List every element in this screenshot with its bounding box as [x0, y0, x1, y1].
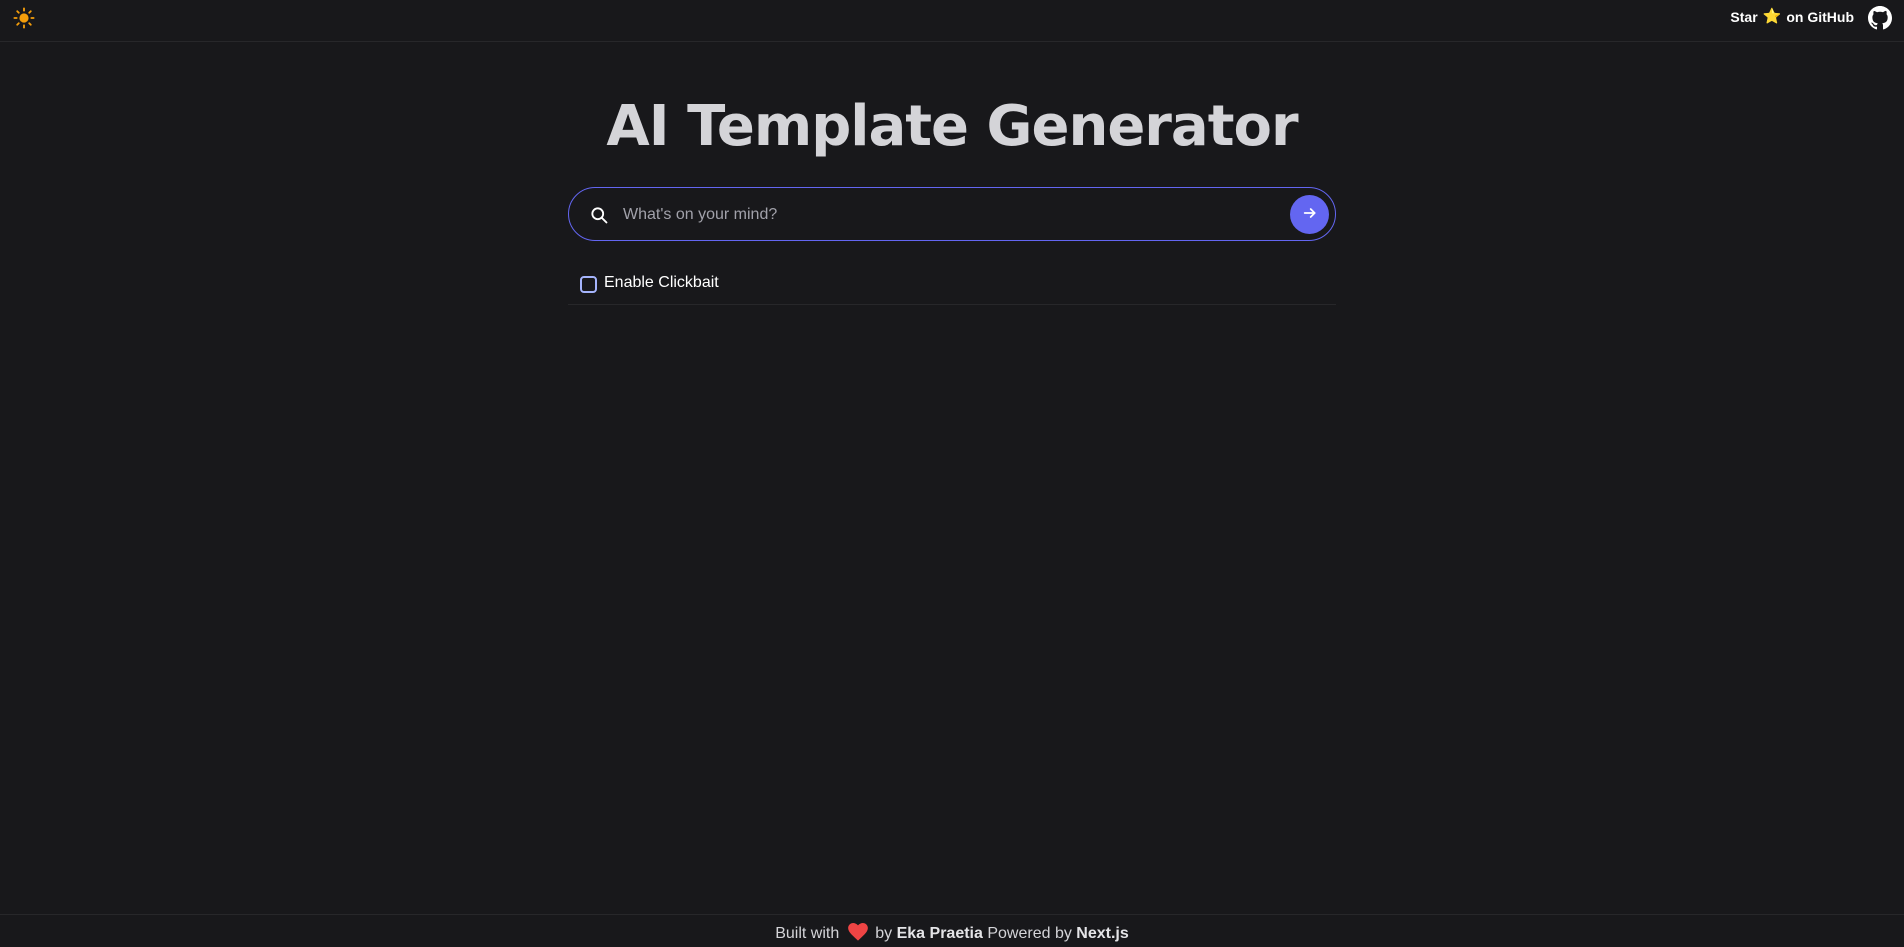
- options-row: Enable Clickbait: [568, 268, 1336, 305]
- github-star-suffix: on GitHub: [1786, 9, 1854, 25]
- submit-button[interactable]: [1290, 195, 1329, 234]
- footer-framework-link[interactable]: Next.js: [1076, 925, 1128, 942]
- footer-by: by: [875, 925, 893, 942]
- clickbait-label[interactable]: Enable Clickbait: [604, 274, 719, 292]
- star-icon: ⭐: [1762, 8, 1782, 25]
- page: Star ⭐ on GitHub AI Template Generator W…: [0, 0, 1904, 947]
- search-box: [568, 187, 1336, 241]
- search-input[interactable]: [621, 196, 1265, 234]
- clickbait-checkbox[interactable]: [580, 276, 597, 293]
- top-header: Star ⭐ on GitHub: [0, 0, 1904, 42]
- arrow-right-icon: [1302, 205, 1318, 224]
- github-star-prefix: Star: [1730, 9, 1758, 25]
- github-icon[interactable]: [1868, 6, 1892, 30]
- search-icon: [589, 205, 609, 225]
- github-star-link[interactable]: Star ⭐ on GitHub: [1730, 8, 1854, 26]
- footer-author-link[interactable]: Eka Praetia: [897, 925, 983, 942]
- heart-icon: [847, 918, 869, 941]
- sun-icon[interactable]: [13, 7, 35, 29]
- page-title: AI Template Generator: [606, 94, 1298, 159]
- footer: Built with by Eka Praetia Powered by Next…: [0, 914, 1904, 947]
- footer-powered-by: Powered by: [987, 925, 1072, 942]
- footer-built-with: Built with: [775, 925, 840, 942]
